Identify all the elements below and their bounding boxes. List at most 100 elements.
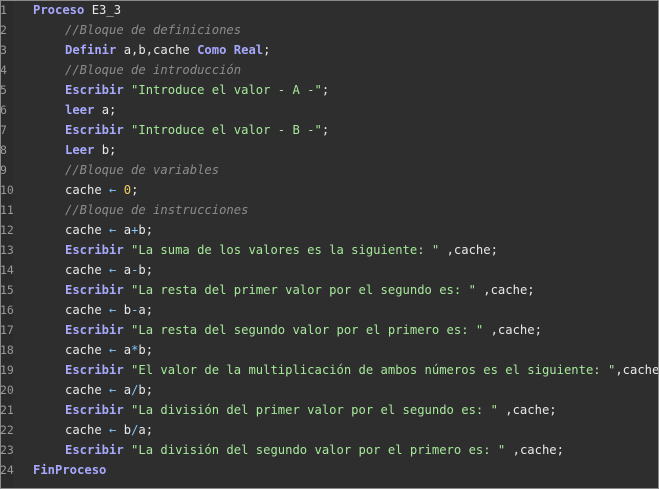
line-number: 14 — [0, 263, 14, 277]
line-number: 16 — [0, 303, 14, 317]
code-line[interactable]: 21 Escribir "La división del primer valor… — [1, 400, 658, 420]
line-code: Escribir "La resta del primer valor por … — [65, 280, 535, 300]
line-code: Escribir "Introduce el valor - B -"; — [65, 120, 329, 140]
line-number: 15 — [0, 283, 14, 297]
line-number: 9 — [0, 163, 7, 177]
text-token: cache — [65, 423, 110, 437]
text-token: a — [116, 383, 132, 397]
line-code: Escribir "La división del primer valor p… — [65, 400, 557, 420]
string-token: "Introduce el valor - A -" — [131, 83, 322, 97]
line-code: cache ← 0; — [65, 180, 138, 200]
line-code: FinProceso — [33, 460, 106, 480]
line-number: 23 — [0, 443, 14, 457]
line-number: 4 — [0, 63, 7, 77]
keyword-token: Definir — [65, 43, 117, 57]
line-number: 19 — [0, 363, 14, 377]
keyword-token: Escribir — [65, 363, 124, 377]
code-line[interactable]: 5 Escribir "Introduce el valor - A -"; — [1, 80, 658, 100]
code-line[interactable]: 7 Escribir "Introduce el valor - B -"; — [1, 120, 658, 140]
text-token: a; — [138, 303, 154, 317]
line-code: cache ← a+b; — [65, 220, 153, 240]
string-token: "La resta del segundo valor por el prime… — [131, 323, 484, 337]
code-line[interactable]: 24 FinProceso — [1, 460, 658, 480]
code-line[interactable]: 4 //Bloque de introducción — [1, 60, 658, 80]
text-token: ,cache; — [497, 403, 557, 417]
code-line[interactable]: 11 //Bloque de instrucciones — [1, 200, 658, 220]
text-token: b; — [138, 343, 154, 357]
line-code: Escribir "La resta del segundo valor por… — [65, 320, 542, 340]
line-number: 22 — [0, 423, 14, 437]
line-number: 17 — [0, 323, 14, 337]
line-code: cache ← b/a; — [65, 420, 153, 440]
text-token: E3_3 — [84, 3, 122, 17]
line-code: cache ← b-a; — [65, 300, 153, 320]
line-code: //Bloque de introducción — [65, 60, 241, 80]
keyword-token: Proceso — [33, 3, 85, 17]
string-token: "La división del segundo valor por el pr… — [131, 443, 506, 457]
code-line[interactable]: 22 cache ← b/a; — [1, 420, 658, 440]
code-line[interactable]: 17 Escribir "La resta del segundo valor p… — [1, 320, 658, 340]
line-number: 13 — [0, 243, 14, 257]
text-token: cache — [65, 343, 110, 357]
text-token: b — [116, 303, 132, 317]
text-token: b; — [138, 223, 154, 237]
punctuation-token: ; — [321, 123, 330, 137]
keyword-token: Escribir — [65, 403, 124, 417]
line-number: 3 — [0, 43, 7, 57]
line-number: 21 — [0, 403, 14, 417]
text-token: b; — [138, 383, 154, 397]
code-line[interactable]: 15 Escribir "La resta del primer valor po… — [1, 280, 658, 300]
punctuation-token: ; — [321, 83, 330, 97]
code-line[interactable]: 1 Proceso E3_3 — [1, 1, 658, 20]
comment-token: //Bloque de definiciones — [65, 23, 242, 37]
line-code: Escribir "La división del segundo valor … — [65, 440, 564, 460]
code-line[interactable]: 12 cache ← a+b; — [1, 220, 658, 240]
line-code: Escribir "Introduce el valor - A -"; — [65, 80, 329, 100]
line-number: 10 — [0, 183, 14, 197]
keyword-token: Escribir — [65, 123, 124, 137]
code-line[interactable]: 16 cache ← b-a; — [1, 300, 658, 320]
text-token: b; — [94, 143, 117, 157]
text-token: b — [116, 423, 132, 437]
text-token: a; — [94, 103, 117, 117]
line-number: 12 — [0, 223, 14, 237]
line-number: 8 — [0, 143, 7, 157]
line-code: //Bloque de instrucciones — [65, 200, 248, 220]
line-number: 6 — [0, 103, 7, 117]
code-line[interactable]: 13 Escribir "La suma de los valores es la… — [1, 240, 658, 260]
line-code: Escribir "La suma de los valores es la s… — [65, 240, 498, 260]
text-token: cache — [65, 183, 110, 197]
code-line[interactable]: 23 Escribir "La división del segundo valo… — [1, 440, 658, 460]
text-token: a — [116, 263, 132, 277]
code-line[interactable]: 18 cache ← a*b; — [1, 340, 658, 360]
code-line[interactable]: 6 leer a; — [1, 100, 658, 120]
code-line[interactable]: 14 cache ← a-b; — [1, 260, 658, 280]
code-line[interactable]: 10 cache ← 0; — [1, 180, 658, 200]
punctuation-token: ; — [263, 43, 271, 57]
code-line[interactable]: 8 Leer b; — [1, 140, 658, 160]
code-line[interactable]: 2 //Bloque de definiciones — [1, 20, 658, 40]
keyword-token: FinProceso — [33, 463, 107, 477]
line-number: 24 — [0, 463, 14, 477]
keyword-token: Como Real — [197, 43, 264, 57]
text-token: ,cache; — [483, 323, 542, 337]
text-token: ,cache; — [475, 283, 535, 297]
comment-token: //Bloque de variables — [65, 163, 220, 177]
code-line[interactable]: 19 Escribir "El valor de la multiplicació… — [1, 360, 658, 380]
code-line[interactable]: 9 //Bloque de variables — [1, 160, 658, 180]
punctuation-token: ; — [131, 183, 139, 197]
code-editor[interactable]: 1 Proceso E3_3 2 //Bloque de definiciones 3 D… — [0, 0, 659, 489]
text-token: cache — [65, 223, 110, 237]
keyword-token: Escribir — [65, 323, 124, 337]
text-token: a,b,cache — [116, 43, 198, 57]
code-line[interactable]: 3 Definir a,b,cache Como Real; — [1, 40, 658, 60]
line-number: 18 — [0, 343, 14, 357]
line-code: //Bloque de variables — [65, 160, 219, 180]
code-line[interactable]: 20 cache ← a/b; — [1, 380, 658, 400]
line-code: //Bloque de definiciones — [65, 20, 241, 40]
